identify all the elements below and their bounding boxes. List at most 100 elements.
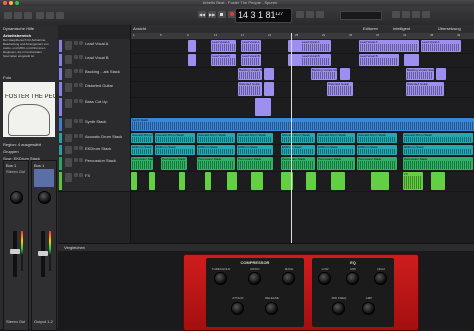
notepad-button[interactable] xyxy=(402,11,410,18)
mute-button[interactable] xyxy=(74,41,78,45)
plugin-slot[interactable] xyxy=(34,169,54,187)
region[interactable] xyxy=(251,172,263,190)
region[interactable]: Lead Vocal B xyxy=(241,54,261,66)
track-lane[interactable]: Lead Vocal B Lead Vocal B Lead Vocal B Lead… xyxy=(131,53,474,68)
eq-amp-knob[interactable] xyxy=(362,302,375,315)
track-name[interactable]: FX xyxy=(85,173,129,178)
region[interactable]: Distorted Guitar xyxy=(406,82,444,96)
region[interactable]: Acoustic Drum Stack xyxy=(237,133,273,143)
region[interactable]: Acoustic Drum Stack xyxy=(357,133,397,143)
solo-button[interactable] xyxy=(79,134,83,138)
region[interactable] xyxy=(131,172,137,190)
solo-button[interactable] xyxy=(79,69,83,73)
mixer-button[interactable] xyxy=(46,12,54,19)
snap-menu[interactable]: Editoren xyxy=(363,26,378,31)
mute-button[interactable] xyxy=(74,158,78,162)
region-inspector-label[interactable]: Region: 4 ausgewählt xyxy=(3,142,41,147)
region[interactable] xyxy=(264,82,274,96)
mute-button[interactable] xyxy=(74,69,78,73)
track-lane[interactable]: Backing Vocals Stack Backing Vocals Stack… xyxy=(131,67,474,82)
region[interactable] xyxy=(431,172,445,190)
region[interactable]: Percussion Stack xyxy=(161,157,187,170)
smart-controls-button[interactable] xyxy=(36,12,44,19)
mute-button[interactable] xyxy=(74,55,78,59)
editors-button[interactable] xyxy=(56,12,64,19)
solo-button[interactable] xyxy=(79,119,83,123)
threshold-knob[interactable] xyxy=(214,272,227,285)
region[interactable]: Lead Vocal A xyxy=(421,40,461,52)
help-header[interactable]: Dynamische Hilfe xyxy=(3,26,34,31)
region[interactable] xyxy=(188,54,196,66)
region[interactable] xyxy=(205,172,211,190)
mute-button[interactable] xyxy=(74,119,78,123)
region[interactable]: EKDrum Stack xyxy=(237,145,273,155)
track-header[interactable]: Percussion Stack xyxy=(58,156,130,172)
volume-fader-1[interactable] xyxy=(13,231,17,277)
region[interactable] xyxy=(436,68,446,80)
eq-high-knob[interactable] xyxy=(374,272,387,285)
library-button[interactable] xyxy=(4,12,12,19)
attack-knob[interactable] xyxy=(231,302,244,315)
strip-1-io[interactable]: Stereo Out xyxy=(6,169,25,174)
track-name[interactable]: Bass Cut Up xyxy=(85,99,129,104)
master-volume-slider[interactable] xyxy=(340,11,382,20)
region[interactable]: EKDrum Stack xyxy=(317,145,355,155)
region[interactable]: Acoustic Drum Stack xyxy=(131,133,153,143)
toolbar-button[interactable] xyxy=(24,12,32,19)
groups-label[interactable]: Gruppen xyxy=(3,149,19,154)
region[interactable]: Distorted Guitar xyxy=(327,82,353,96)
region[interactable]: Percussion Stack xyxy=(237,157,273,170)
region[interactable]: EKDrum Stack xyxy=(403,145,473,155)
region[interactable]: Synth Stack xyxy=(131,118,474,131)
track-lane[interactable]: FX xyxy=(131,171,474,192)
view-menu[interactable]: Ansicht xyxy=(133,26,146,31)
region[interactable]: Acoustic Drum Stack xyxy=(317,133,355,143)
region[interactable]: Lead Vocal A xyxy=(301,40,331,52)
region[interactable]: Percussion Stack xyxy=(357,157,397,170)
region[interactable]: Lead Vocal A xyxy=(359,40,419,52)
mute-button[interactable] xyxy=(74,83,78,87)
solo-button[interactable] xyxy=(79,41,83,45)
track-header[interactable]: Distorted Guitar xyxy=(58,81,130,98)
loop-browser-button[interactable] xyxy=(412,11,420,18)
forward-button[interactable]: ▶▶ xyxy=(208,11,216,18)
region[interactable]: EKDrum Stack xyxy=(281,145,315,155)
track-name[interactable]: Backing ...als Stack xyxy=(85,69,129,74)
region[interactable]: Acoustic Drum Stack xyxy=(197,133,235,143)
region[interactable]: Acoustic Drum Stack xyxy=(155,133,195,143)
region[interactable]: Percussion Stack xyxy=(317,157,355,170)
track-header[interactable]: FX xyxy=(58,171,130,192)
track-name[interactable]: EKDrum Stack xyxy=(85,146,129,151)
track-lane[interactable]: Lead Vocal A Lead Vocal A Lead Vocal A Lead… xyxy=(131,39,474,54)
drag-menu[interactable]: Intelligent xyxy=(393,26,410,31)
track-lane[interactable]: Distorted Guitar Distorted Guitar Distorte… xyxy=(131,81,474,98)
track-header[interactable]: Lead Vocal A xyxy=(58,39,130,54)
overlap-menu[interactable]: Übersetzung xyxy=(438,26,461,31)
region[interactable] xyxy=(227,172,237,190)
rewind-button[interactable]: ◀◀ xyxy=(198,11,206,18)
region[interactable]: EKDrum Stack xyxy=(155,145,195,155)
track-lane[interactable]: Synth Stack xyxy=(131,117,474,133)
region[interactable] xyxy=(371,172,389,190)
stop-button[interactable] xyxy=(218,11,226,18)
region[interactable]: Lead Vocal B xyxy=(301,54,331,66)
makeup-knob[interactable] xyxy=(282,272,295,285)
ratio-knob[interactable] xyxy=(248,272,261,285)
region[interactable]: Percussion Stack xyxy=(131,157,153,170)
track-header[interactable]: Backing ...als Stack xyxy=(58,67,130,82)
browser-button[interactable] xyxy=(422,11,430,18)
eq-low-knob[interactable] xyxy=(318,272,331,285)
region[interactable] xyxy=(188,40,196,52)
track-header[interactable]: Lead Vocal B xyxy=(58,53,130,68)
region[interactable]: Lead Vocal B xyxy=(211,54,236,66)
region[interactable]: FX xyxy=(403,172,423,190)
mute-button[interactable] xyxy=(74,134,78,138)
region[interactable]: EKDrum Stack xyxy=(197,145,235,155)
region[interactable] xyxy=(179,172,185,190)
solo-button[interactable] xyxy=(79,55,83,59)
fader-cap-1[interactable] xyxy=(10,249,20,254)
inspector-button[interactable] xyxy=(14,12,22,19)
eq-mid-freq-knob[interactable] xyxy=(332,302,345,315)
region[interactable] xyxy=(331,172,345,190)
track-name[interactable]: Synth Stack xyxy=(85,119,129,124)
